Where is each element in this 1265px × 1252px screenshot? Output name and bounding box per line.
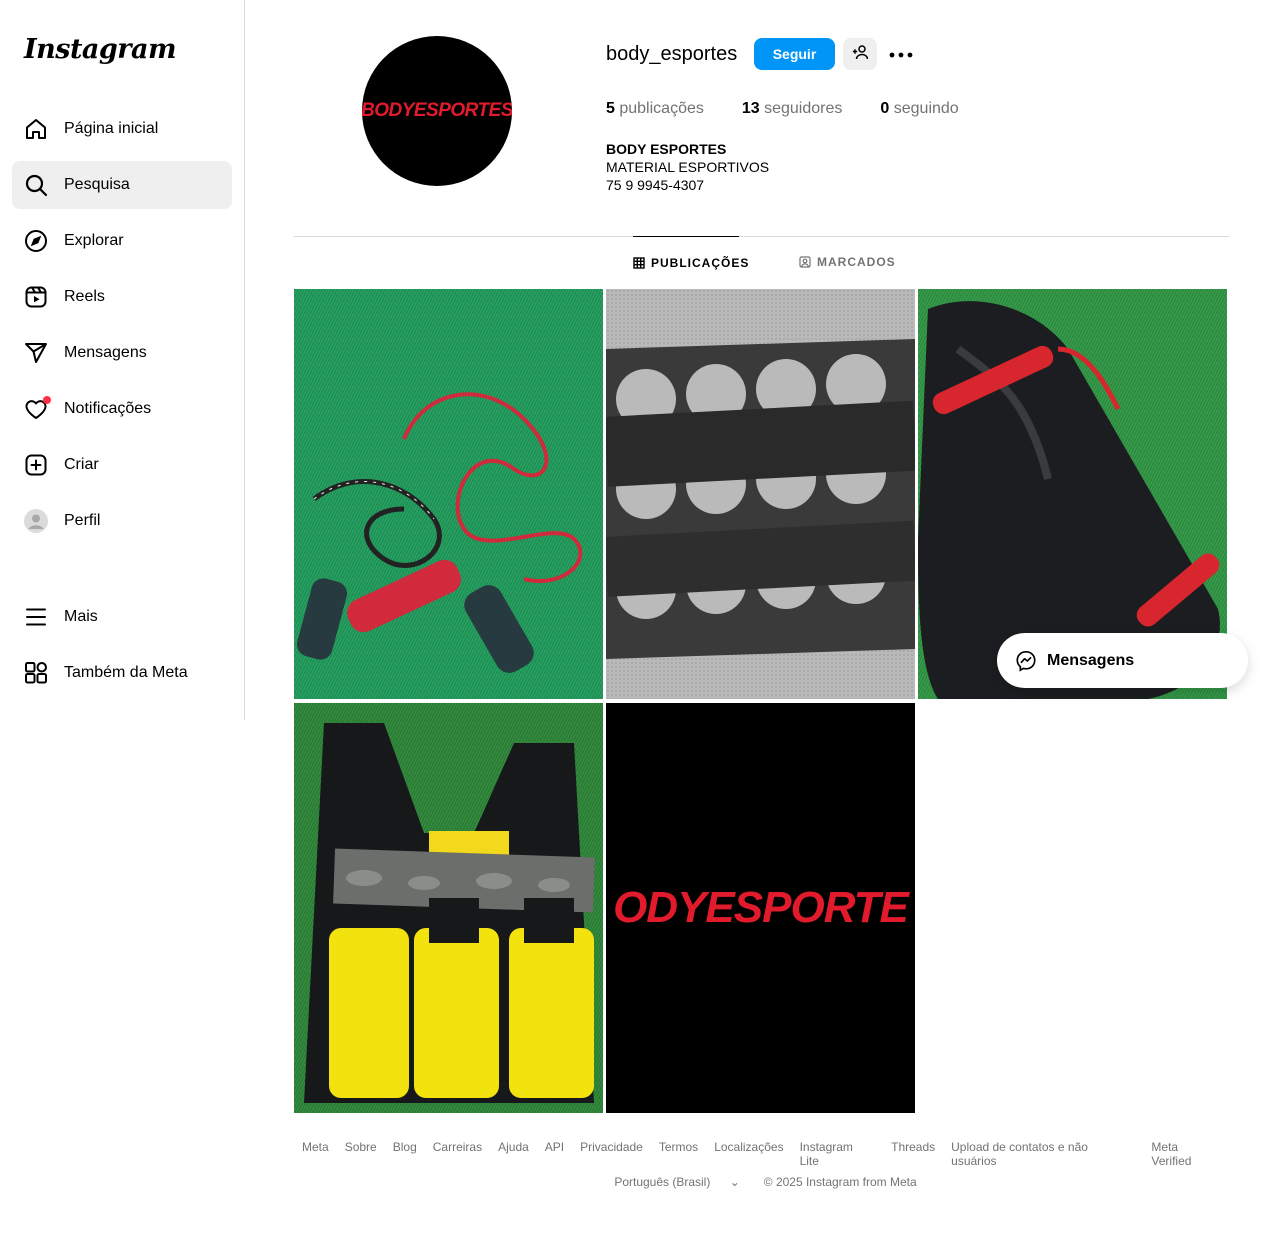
language-selector[interactable]: Português (Brasil) ⌄ [606, 1175, 747, 1189]
sidebar-item-label: Explorar [64, 232, 124, 249]
sidebar-item-label: Também da Meta [64, 664, 188, 681]
tabs-divider [294, 236, 1229, 237]
followers-count-label: seguidores [764, 100, 843, 117]
tab-label: PUBLICAÇÕES [651, 255, 750, 270]
footer-link[interactable]: Ajuda [498, 1140, 529, 1168]
language-label: Português (Brasil) [614, 1175, 711, 1189]
bio-line: 75 9 9945-4307 [606, 177, 705, 193]
heart-icon [24, 396, 51, 421]
grid-icon [633, 256, 645, 269]
post-image-weighted-vest [294, 703, 603, 1113]
profile-bio: BODY ESPORTES MATERIAL ESPORTIVOS 75 9 9… [606, 140, 769, 194]
sidebar-item-label: Criar [64, 456, 99, 473]
plus-square-icon [24, 453, 48, 477]
meta-apps-icon [24, 661, 48, 685]
home-icon [24, 117, 48, 141]
post-thumbnail[interactable] [294, 703, 603, 1113]
avatar-icon [24, 509, 48, 533]
footer-link[interactable]: Threads [891, 1140, 935, 1168]
post-image-weight-belt [606, 289, 915, 699]
footer-link[interactable]: Meta Verified [1151, 1140, 1221, 1168]
sidebar-item-also-from-meta[interactable]: Também da Meta [12, 649, 232, 697]
footer-link[interactable]: Carreiras [433, 1140, 482, 1168]
compass-icon [24, 229, 48, 253]
following-count[interactable]: 0 seguindo [880, 100, 958, 118]
notification-dot [43, 396, 51, 404]
footer-link[interactable]: Meta [302, 1140, 329, 1168]
sidebar: Instagram Página inicial Pesquisa Explor… [0, 0, 245, 720]
chevron-down-icon: ⌄ [729, 1175, 740, 1189]
send-icon [24, 341, 48, 365]
sidebar-item-label: Reels [64, 288, 105, 305]
tab-posts[interactable]: PUBLICAÇÕES [633, 236, 748, 288]
sidebar-item-label: Perfil [64, 512, 101, 529]
post-image-jump-ropes [294, 289, 603, 699]
instagram-logo[interactable]: Instagram [24, 34, 177, 65]
bio-name: BODY ESPORTES [606, 141, 727, 157]
following-count-value: 0 [880, 100, 890, 117]
menu-icon [24, 605, 48, 629]
sidebar-item-label: Mensagens [64, 344, 147, 361]
messages-floating-label: Mensagens [1047, 651, 1135, 669]
footer-links: Meta Sobre Blog Carreiras Ajuda API Priv… [294, 1140, 1229, 1168]
bio-line: MATERIAL ESPORTIVOS [606, 159, 770, 175]
footer-link[interactable]: Sobre [345, 1140, 377, 1168]
post-thumbnail[interactable]: ODYESPORTE [606, 703, 915, 1113]
footer-link[interactable]: Blog [393, 1140, 417, 1168]
sidebar-item-search[interactable]: Pesquisa [12, 161, 232, 209]
ellipsis-icon [889, 45, 913, 63]
post-logo-text: ODYESPORTE [613, 883, 909, 932]
messenger-icon [1015, 650, 1037, 672]
profile-stats: 5 publicações 13 seguidores 0 seguindo [606, 100, 997, 118]
copyright: © 2025 Instagram from Meta [763, 1175, 917, 1189]
footer-bottom: Português (Brasil) ⌄ © 2025 Instagram fr… [294, 1175, 1229, 1189]
posts-count: 5 publicações [606, 100, 704, 118]
footer-link[interactable]: Upload de contatos e não usuários [951, 1140, 1135, 1168]
footer-link[interactable]: API [545, 1140, 564, 1168]
sidebar-item-label: Notificações [64, 400, 152, 417]
suggested-users-button[interactable] [843, 38, 877, 70]
sidebar-item-notifications[interactable]: Notificações [12, 385, 232, 433]
followers-count[interactable]: 13 seguidores [742, 100, 843, 118]
footer-link[interactable]: Instagram Lite [800, 1140, 876, 1168]
sidebar-item-label: Pesquisa [64, 176, 130, 193]
tagged-icon [799, 256, 811, 268]
post-thumbnail[interactable] [606, 289, 915, 699]
avatar-logo-text: BODYESPORTES [362, 100, 512, 121]
footer-link[interactable]: Termos [659, 1140, 698, 1168]
add-person-icon [852, 44, 869, 65]
sidebar-item-label: Mais [64, 608, 98, 625]
post-thumbnail[interactable] [294, 289, 603, 699]
posts-count-value: 5 [606, 100, 615, 117]
sidebar-item-create[interactable]: Criar [12, 441, 232, 489]
profile-avatar[interactable]: BODYESPORTES [362, 36, 512, 186]
reels-icon [24, 285, 48, 309]
follow-button[interactable]: Seguir [754, 38, 835, 70]
footer-link[interactable]: Localizações [714, 1140, 783, 1168]
sidebar-item-explore[interactable]: Explorar [12, 217, 232, 265]
sidebar-item-reels[interactable]: Reels [12, 273, 232, 321]
sidebar-item-more[interactable]: Mais [12, 593, 232, 641]
sidebar-item-label: Página inicial [64, 120, 159, 137]
tab-tagged[interactable]: MARCADOS [799, 236, 896, 288]
messages-floating-button[interactable]: Mensagens [997, 633, 1248, 688]
footer-link[interactable]: Privacidade [580, 1140, 643, 1168]
sidebar-item-profile[interactable]: Perfil [12, 497, 232, 545]
posts-count-label: publicações [619, 100, 704, 117]
following-count-label: seguindo [893, 100, 959, 117]
profile-username: body_esportes [606, 43, 738, 65]
tab-label: MARCADOS [817, 255, 896, 269]
sidebar-item-messages[interactable]: Mensagens [12, 329, 232, 377]
search-icon [24, 173, 48, 197]
more-options-button[interactable] [888, 42, 914, 66]
sidebar-item-home[interactable]: Página inicial [12, 105, 232, 153]
followers-count-value: 13 [741, 100, 760, 117]
